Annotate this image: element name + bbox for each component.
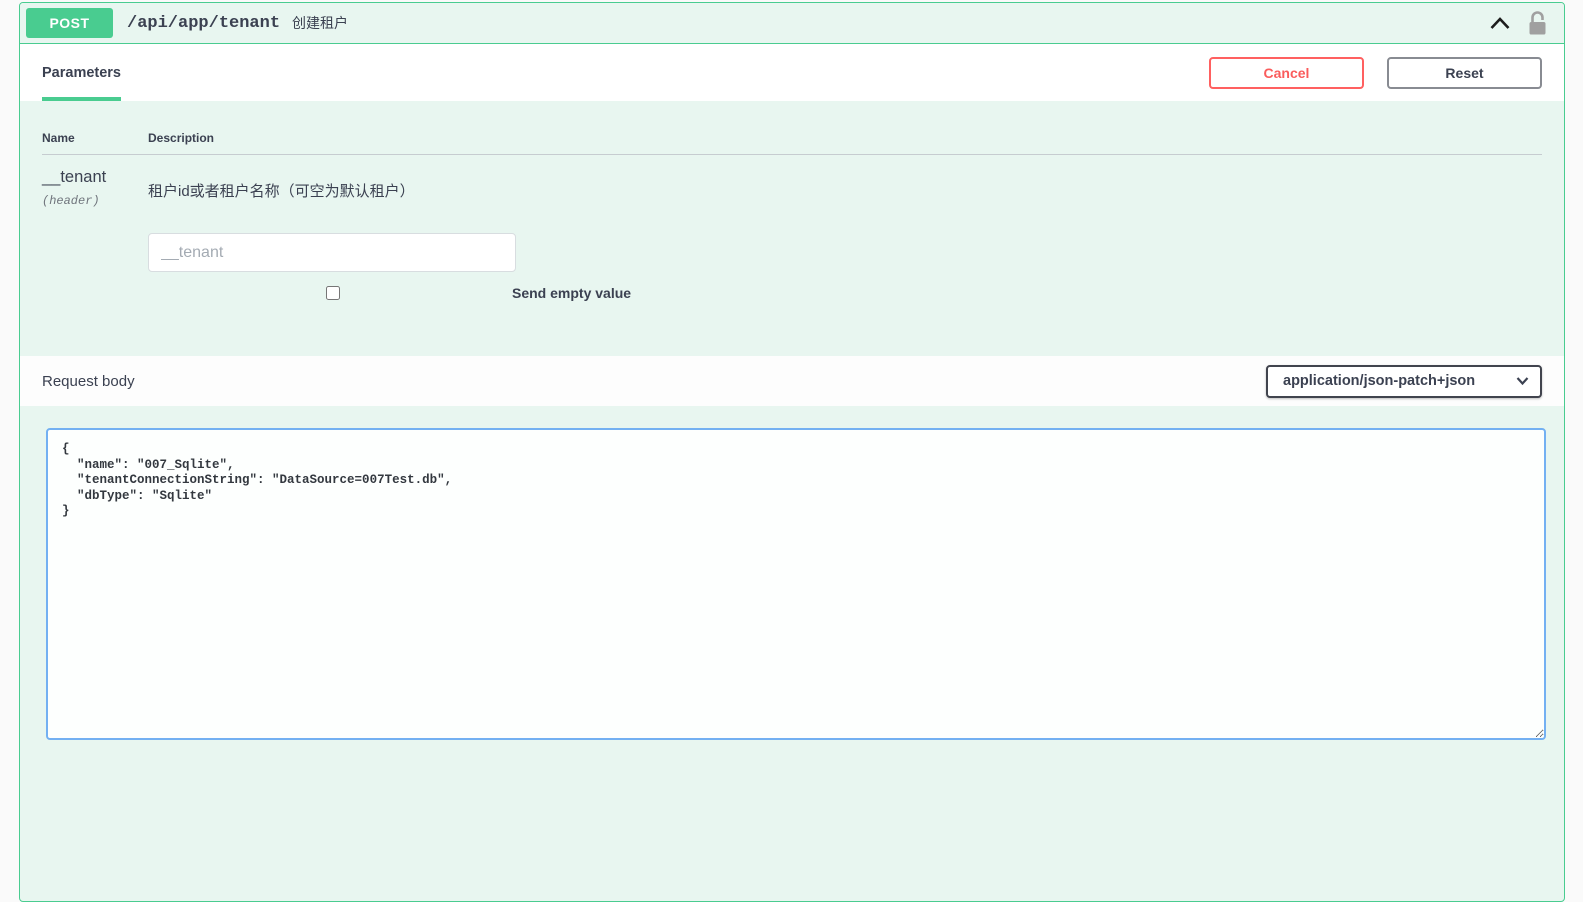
request-body-label: Request body	[42, 373, 135, 390]
parameters-section: Name Description __tenant (header) 租户id或…	[20, 101, 1564, 356]
parameter-description: 租户id或者租户名称（可空为默认租户）	[148, 180, 1542, 201]
column-header-description: Description	[148, 131, 214, 145]
tenant-header-input[interactable]	[148, 233, 516, 272]
cancel-button[interactable]: Cancel	[1209, 57, 1364, 89]
http-method-badge: POST	[26, 8, 113, 38]
parameters-table-header: Name Description	[42, 131, 1542, 145]
send-empty-value-checkbox[interactable]	[326, 286, 340, 300]
endpoint-path: /api/app/tenant	[127, 14, 280, 33]
summary-icons	[1489, 9, 1548, 37]
content-type-select-wrap: application/json-patch+json	[1266, 365, 1542, 398]
unlock-icon[interactable]	[1527, 9, 1548, 37]
send-empty-value-row: Send empty value	[148, 285, 1542, 301]
endpoint-summary[interactable]: POST /api/app/tenant 创建租户	[20, 3, 1564, 44]
tab-parameters[interactable]: Parameters	[42, 44, 121, 101]
column-header-name: Name	[42, 131, 148, 145]
parameter-name-cell: __tenant (header)	[42, 168, 148, 301]
chevron-up-icon[interactable]	[1489, 16, 1511, 30]
parameter-location: (header)	[42, 194, 148, 208]
content-type-select[interactable]: application/json-patch+json	[1266, 365, 1542, 398]
send-empty-value-label: Send empty value	[512, 285, 631, 301]
api-endpoint-panel: POST /api/app/tenant 创建租户 Parameters Can…	[19, 2, 1565, 902]
request-body-section: { "name": "007_Sqlite", "tenantConnectio…	[20, 406, 1564, 800]
tab-bar: Parameters Cancel Reset	[20, 44, 1564, 101]
reset-button[interactable]: Reset	[1387, 57, 1542, 89]
request-body-editor[interactable]: { "name": "007_Sqlite", "tenantConnectio…	[46, 428, 1546, 740]
parameter-description-cell: 租户id或者租户名称（可空为默认租户） Send empty value	[148, 168, 1542, 301]
tab-parameters-label: Parameters	[42, 65, 121, 81]
parameter-row: __tenant (header) 租户id或者租户名称（可空为默认租户） Se…	[42, 155, 1542, 301]
endpoint-summary-text: 创建租户	[292, 13, 348, 33]
parameter-name: __tenant	[42, 168, 148, 187]
request-body-header: Request body application/json-patch+json	[20, 356, 1564, 406]
tab-buttons: Cancel Reset	[1209, 57, 1542, 89]
